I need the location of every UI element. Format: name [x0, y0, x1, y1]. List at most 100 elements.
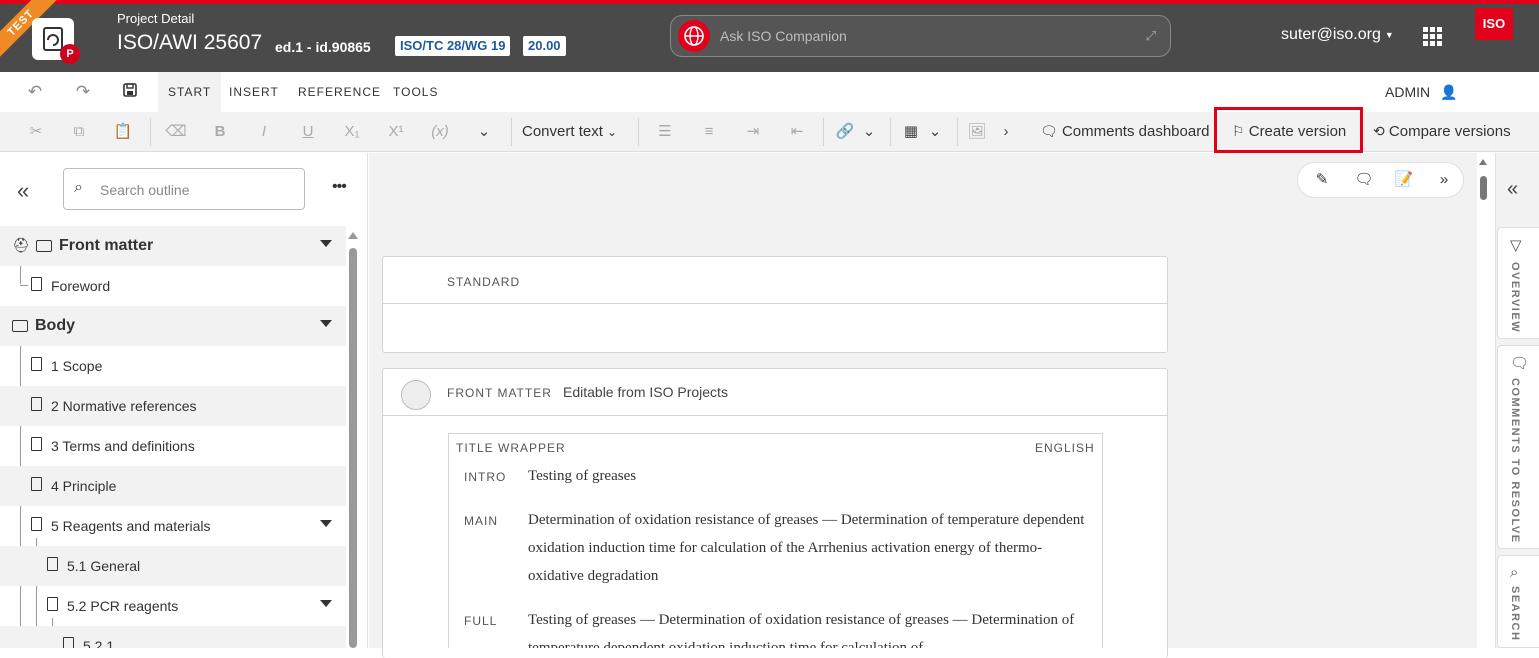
- outline-search-input[interactable]: [100, 179, 295, 201]
- edit-icon[interactable]: ✎: [1312, 170, 1332, 190]
- underline-icon[interactable]: U: [297, 121, 319, 143]
- clear-format-icon[interactable]: ⌫: [165, 121, 187, 143]
- outline-item-label: 5.2 PCR reagents: [67, 598, 179, 614]
- copy-icon[interactable]: ⧉: [68, 121, 90, 143]
- link-icon[interactable]: 🔗: [834, 121, 856, 143]
- document-icon: [47, 557, 58, 574]
- apps-grid-icon[interactable]: [1423, 27, 1442, 46]
- undo-icon[interactable]: ↶: [25, 82, 45, 102]
- standard-kicker: STANDARD: [447, 275, 521, 289]
- toolbar-divider: [511, 118, 512, 146]
- overview-panel-tab[interactable]: ▽ OVERVIEW: [1497, 227, 1539, 339]
- ask-companion-input[interactable]: Ask ISO Companion ⤢: [670, 15, 1171, 57]
- history-icon: ⟲: [1373, 123, 1385, 139]
- intro-label: INTRO: [464, 470, 507, 484]
- outline-item-label: 3 Terms and definitions: [51, 438, 195, 454]
- search-label: SEARCH: [1509, 586, 1521, 642]
- outline-item-label: Body: [35, 317, 75, 334]
- intro-title-text[interactable]: Testing of greases: [528, 462, 1094, 490]
- admin-user-icon[interactable]: 👤: [1440, 84, 1457, 101]
- chevron-right-icon[interactable]: ›: [995, 121, 1017, 143]
- convert-text-dropdown[interactable]: Convert text ⌄: [522, 123, 617, 140]
- subscript-icon[interactable]: X₁: [341, 121, 363, 143]
- outline-item-reagents-and-materials[interactable]: 5 Reagents and materials: [0, 506, 346, 546]
- bold-icon[interactable]: B: [209, 121, 231, 143]
- language-label[interactable]: ENGLISH: [1035, 441, 1095, 455]
- document-scroll-up[interactable]: [1479, 159, 1487, 165]
- double-chevron-right-icon[interactable]: »: [1434, 170, 1454, 190]
- chevron-down-icon[interactable]: ⌄: [858, 121, 880, 143]
- toolbar-divider: [957, 118, 958, 146]
- italic-icon[interactable]: I: [253, 121, 275, 143]
- search-panel-tab[interactable]: ⌕ SEARCH: [1497, 555, 1539, 648]
- math-icon[interactable]: (x): [429, 121, 451, 143]
- outline-item-5-2-1[interactable]: 5.2.1: [0, 626, 346, 648]
- document-icon: [31, 517, 42, 534]
- paste-icon[interactable]: 📋: [112, 121, 134, 143]
- chevron-down-icon[interactable]: ⌄: [473, 121, 495, 143]
- image-icon[interactable]: 🖼: [966, 121, 988, 143]
- outline-item-principle[interactable]: 4 Principle: [0, 466, 346, 506]
- outline-item-terms-and-definitions[interactable]: 3 Terms and definitions: [0, 426, 346, 466]
- outline-item-front-matter[interactable]: ⛑ Front matter: [0, 226, 346, 266]
- caret-down-icon[interactable]: [320, 520, 332, 527]
- toolbar-divider: [638, 118, 639, 146]
- cut-icon[interactable]: ✂: [25, 121, 47, 143]
- outline-item-label: 1 Scope: [51, 358, 103, 374]
- comments-dashboard-button[interactable]: 🗨 Comments dashboard: [1040, 123, 1210, 140]
- chevron-down-icon[interactable]: ⌄: [924, 121, 946, 143]
- save-icon[interactable]: [120, 82, 140, 102]
- collapse-sidebar-icon[interactable]: «: [17, 178, 29, 204]
- document-icon: [31, 357, 42, 374]
- project-label: Project Detail: [117, 11, 195, 26]
- folder-icon: [12, 319, 28, 335]
- numbered-list-icon[interactable]: ≡: [698, 121, 720, 143]
- tab-tools[interactable]: TOOLS: [383, 72, 448, 112]
- outline-scrollbar[interactable]: [349, 248, 357, 648]
- project-edition: ed.1 - id.90865: [275, 39, 371, 55]
- outline-search[interactable]: ⌕: [63, 168, 305, 210]
- committee-chip[interactable]: ISO/TC 28/WG 19: [395, 36, 511, 56]
- table-icon[interactable]: ▦: [900, 121, 922, 143]
- expand-panel-icon[interactable]: «: [1507, 178, 1518, 201]
- app-badge: P: [60, 44, 80, 64]
- compare-versions-button[interactable]: ⟲ Compare versions: [1373, 123, 1511, 140]
- outline-item-normative-references[interactable]: 2 Normative references: [0, 386, 346, 426]
- outdent-icon[interactable]: ⇤: [786, 121, 808, 143]
- tab-start[interactable]: START: [158, 72, 222, 112]
- projects-app-logo[interactable]: P: [32, 18, 80, 64]
- more-options-icon[interactable]: •••: [332, 178, 347, 196]
- redo-icon[interactable]: ↷: [73, 82, 93, 102]
- indent-icon[interactable]: ⇥: [742, 121, 764, 143]
- document-icon: [47, 597, 58, 614]
- document-icon: [31, 437, 42, 454]
- main-title-text[interactable]: Determination of oxidation resistance of…: [528, 506, 1094, 590]
- outline-item-foreword[interactable]: Foreword: [0, 266, 346, 306]
- expand-icon[interactable]: ⤢: [1146, 28, 1156, 44]
- bullet-list-icon[interactable]: ☰: [654, 121, 676, 143]
- document-scrollbar[interactable]: [1480, 176, 1487, 200]
- user-menu[interactable]: suter@iso.org ▼: [1281, 26, 1394, 44]
- caret-down-icon[interactable]: [320, 320, 332, 327]
- caret-down-icon: ▼: [1384, 29, 1394, 40]
- project-title: ISO/AWI 25607: [117, 31, 263, 54]
- clipboard-icon[interactable]: 📝: [1394, 170, 1414, 190]
- toolbar-divider: [150, 118, 151, 146]
- outline-item-body[interactable]: Body: [0, 306, 346, 346]
- tab-reference[interactable]: REFERENCE: [288, 72, 391, 112]
- tab-insert[interactable]: INSERT: [219, 72, 289, 112]
- outline-item-pcr-reagents[interactable]: 5.2 PCR reagents: [0, 586, 346, 626]
- main-label: MAIN: [464, 514, 498, 528]
- superscript-icon[interactable]: X¹: [385, 121, 407, 143]
- caret-down-icon[interactable]: [320, 600, 332, 607]
- comment-icon[interactable]: 🗨: [1354, 170, 1374, 190]
- search-icon: ⌕: [1510, 564, 1519, 581]
- comments-panel-tab[interactable]: 🗨 COMMENTS TO RESOLVE: [1497, 345, 1539, 549]
- convert-text-label: Convert text: [522, 123, 603, 140]
- outline-scroll-up[interactable]: [348, 232, 358, 239]
- outline-item-scope[interactable]: 1 Scope: [0, 346, 346, 386]
- outline-item-general[interactable]: 5.1 General: [0, 546, 346, 586]
- stage-chip[interactable]: 20.00: [523, 36, 566, 56]
- caret-down-icon[interactable]: [320, 240, 332, 247]
- hat-icon: ⛑: [12, 237, 30, 253]
